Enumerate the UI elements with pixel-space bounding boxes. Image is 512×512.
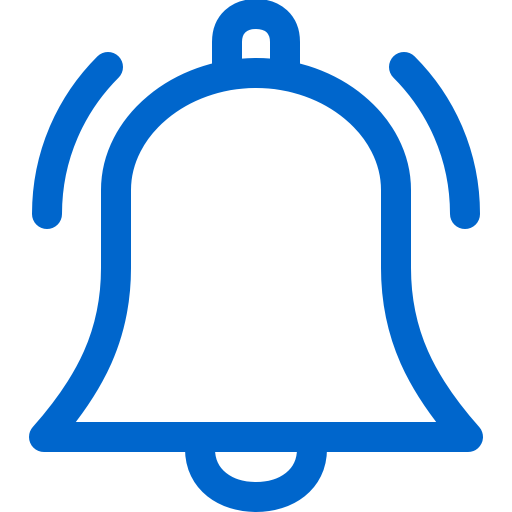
- left-vibration-arc: [32, 52, 123, 229]
- bell-notification-icon: [0, 0, 512, 512]
- bell-clapper: [185, 434, 327, 512]
- bell-body: [29, 58, 483, 452]
- right-vibration-arc: [389, 52, 480, 229]
- icon-canvas: [0, 0, 512, 512]
- bell-icon-svg: [29, 0, 483, 512]
